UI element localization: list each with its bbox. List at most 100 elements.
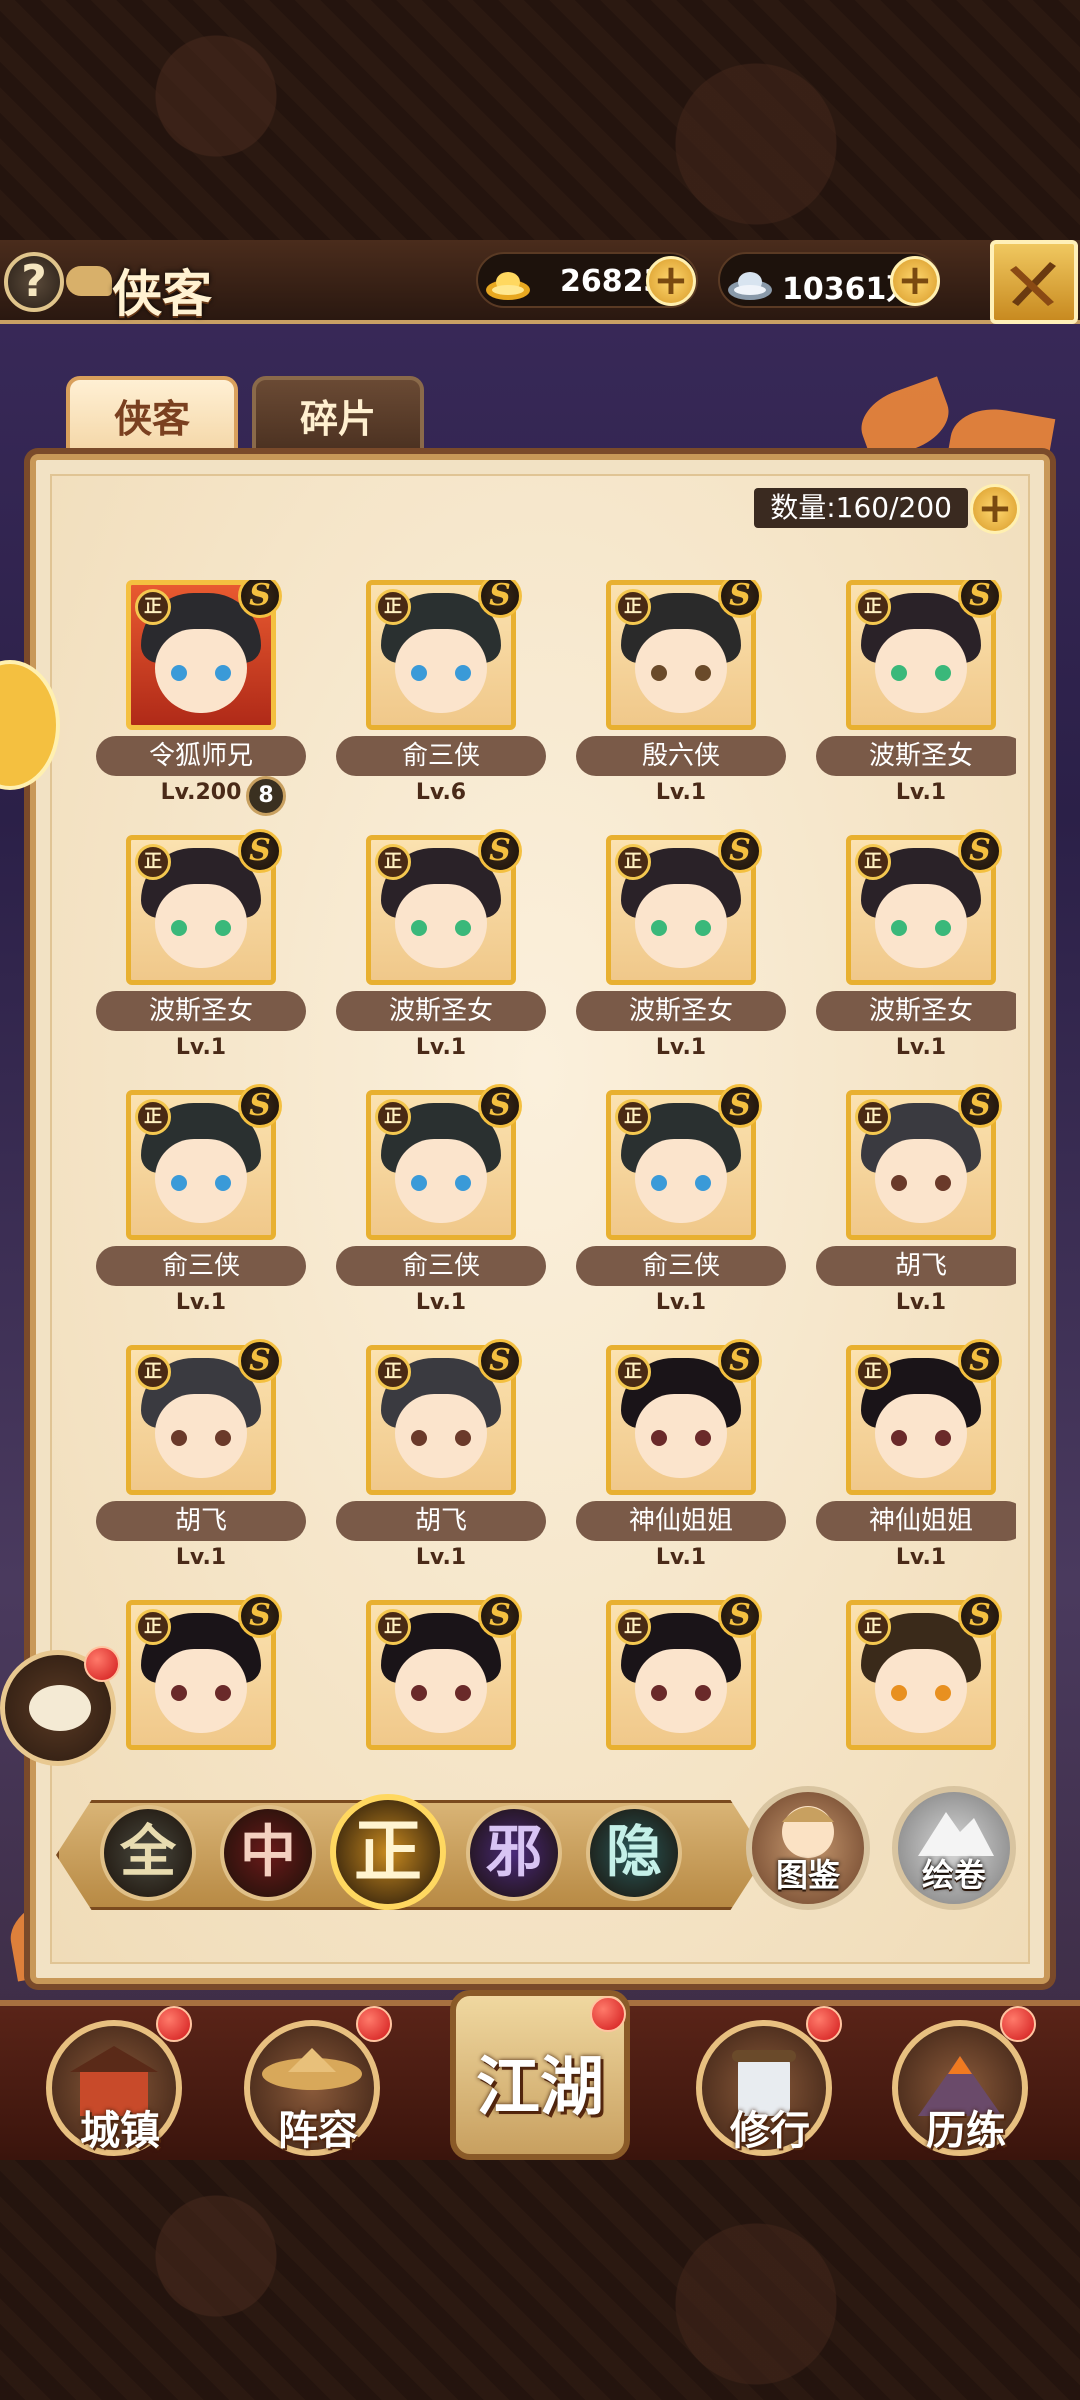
hero-card[interactable]: 正 S 殷六侠 Lv.1 (576, 580, 786, 820)
hero-face (875, 629, 967, 713)
hero-name: 神仙姐姐 (576, 1501, 786, 1541)
hero-card[interactable]: 正 S (96, 1594, 286, 1810)
faction-filter-4[interactable]: 隐 (586, 1805, 682, 1901)
grade-s-badge: S (478, 1084, 522, 1128)
grade-s-badge: S (718, 829, 762, 873)
hero-card[interactable]: 正 S 俞三侠 Lv.6 (336, 580, 546, 820)
cloud-ornament-icon (66, 266, 112, 296)
nav-training[interactable]: 修行 (696, 2020, 832, 2156)
hero-name: 俞三侠 (336, 1246, 546, 1286)
hero-card[interactable]: 正 S 俞三侠 Lv.1 (336, 1084, 546, 1330)
hero-name: 波斯圣女 (576, 991, 786, 1031)
hero-eye (411, 1685, 427, 1701)
faction-badge: 正 (855, 1354, 891, 1390)
expand-capacity-button[interactable]: + (970, 484, 1020, 534)
hero-name: 波斯圣女 (816, 991, 1016, 1031)
hero-count: 数量:160/200 (754, 488, 968, 528)
hero-level: Lv.1 (655, 780, 707, 805)
hero-level: Lv.1 (895, 780, 947, 805)
close-button[interactable] (990, 240, 1078, 324)
hero-eye (891, 920, 907, 936)
hero-level: Lv.1 (655, 1545, 707, 1570)
hero-eye (411, 1430, 427, 1446)
hero-card[interactable]: 正 S 俞三侠 Lv.1 (96, 1084, 306, 1330)
faction-badge: 正 (615, 844, 651, 880)
hero-name: 俞三侠 (336, 736, 546, 776)
faction-badge: 正 (375, 1354, 411, 1390)
hero-card[interactable]: 正 S 令狐师兄 Lv.200 8 (96, 580, 306, 820)
hero-face (875, 884, 967, 968)
hero-face (635, 1649, 727, 1733)
hero-face (635, 884, 727, 968)
hero-card[interactable]: 正 S (336, 1594, 526, 1810)
faction-filter-2[interactable]: 正 (330, 1794, 446, 1910)
hero-name: 俞三侠 (576, 1246, 786, 1286)
grade-s-badge: S (958, 1084, 1002, 1128)
hero-card[interactable]: 正 S 波斯圣女 Lv.1 (576, 829, 786, 1075)
hero-level: Lv.1 (895, 1545, 947, 1570)
hero-name: 波斯圣女 (96, 991, 306, 1031)
scroll-button[interactable]: 绘卷 (892, 1786, 1016, 1910)
hero-eye (411, 920, 427, 936)
hero-card[interactable]: 正 S 波斯圣女 Lv.1 (816, 829, 1016, 1075)
hero-card[interactable]: 正 S 波斯圣女 Lv.1 (336, 829, 546, 1075)
nav-lineup[interactable]: 阵容 (244, 2020, 380, 2156)
hero-card[interactable]: 正 S 神仙姐姐 Lv.1 (816, 1339, 1016, 1585)
hero-eye (215, 1430, 231, 1446)
hero-eye (651, 1430, 667, 1446)
hero-eye (651, 920, 667, 936)
hero-face (635, 1139, 727, 1223)
tab-heroes[interactable]: 侠客 (66, 376, 238, 458)
nav-experience[interactable]: 历练 (892, 2020, 1028, 2156)
faction-filter-0[interactable]: 全 (100, 1805, 196, 1901)
grade-s-badge: S (718, 1594, 762, 1638)
add-gold-button[interactable]: + (646, 256, 696, 306)
add-silver-button[interactable]: + (890, 256, 940, 306)
scroll-label: 绘卷 (921, 1856, 986, 1894)
hero-card[interactable]: 正 S 胡飞 Lv.1 (336, 1339, 546, 1585)
hero-card[interactable]: 正 S 波斯圣女 Lv.1 (816, 580, 1016, 820)
hero-card[interactable]: 正 S 胡飞 Lv.1 (816, 1084, 1016, 1330)
codex-button[interactable]: 图鉴 (746, 1786, 870, 1910)
hero-card[interactable]: 正 S (576, 1594, 766, 1810)
hero-card[interactable]: 正 S 胡飞 Lv.1 (96, 1339, 306, 1585)
hero-card[interactable]: 正 S 波斯圣女 Lv.1 (96, 829, 306, 1075)
hero-name: 胡飞 (816, 1246, 1016, 1286)
hero-face (155, 629, 247, 713)
hero-eye (891, 1175, 907, 1191)
hero-card[interactable]: 正 S (816, 1594, 1006, 1810)
help-button[interactable]: ? (4, 252, 64, 312)
faction-filter-3[interactable]: 邪 (466, 1805, 562, 1901)
faction-badge: 正 (375, 1099, 411, 1135)
hero-eye (935, 1685, 951, 1701)
hero-card[interactable]: 正 S 神仙姐姐 Lv.1 (576, 1339, 786, 1585)
hero-star-badge: 8 (246, 776, 286, 816)
faction-badge: 正 (855, 589, 891, 625)
hero-name: 波斯圣女 (336, 991, 546, 1031)
hero-face (395, 1139, 487, 1223)
faction-badge: 正 (375, 844, 411, 880)
grade-s-badge: S (958, 1339, 1002, 1383)
gold-currency: 26823 + (476, 252, 698, 308)
hero-name: 波斯圣女 (816, 736, 1016, 776)
hero-level: Lv.1 (415, 1035, 467, 1060)
hero-card[interactable]: 正 S 俞三侠 Lv.1 (576, 1084, 786, 1330)
hero-face (155, 1649, 247, 1733)
hero-eye (935, 665, 951, 681)
hero-eye (651, 1175, 667, 1191)
hero-face (155, 884, 247, 968)
hero-name: 神仙姐姐 (816, 1501, 1016, 1541)
bottom-backdrop (0, 2160, 1080, 2400)
tab-fragments[interactable]: 碎片 (252, 376, 424, 458)
hero-face (395, 629, 487, 713)
hero-eye (215, 1175, 231, 1191)
chat-bubble-icon (29, 1685, 91, 1731)
top-backdrop (0, 0, 1080, 240)
hero-name: 胡飞 (336, 1501, 546, 1541)
silver-currency: 10361万 + (718, 252, 940, 308)
hero-eye (455, 665, 471, 681)
nav-town[interactable]: 城镇 (46, 2020, 182, 2156)
faction-badge: 正 (855, 1609, 891, 1645)
faction-filter-1[interactable]: 中 (220, 1805, 316, 1901)
hero-eye (411, 1175, 427, 1191)
